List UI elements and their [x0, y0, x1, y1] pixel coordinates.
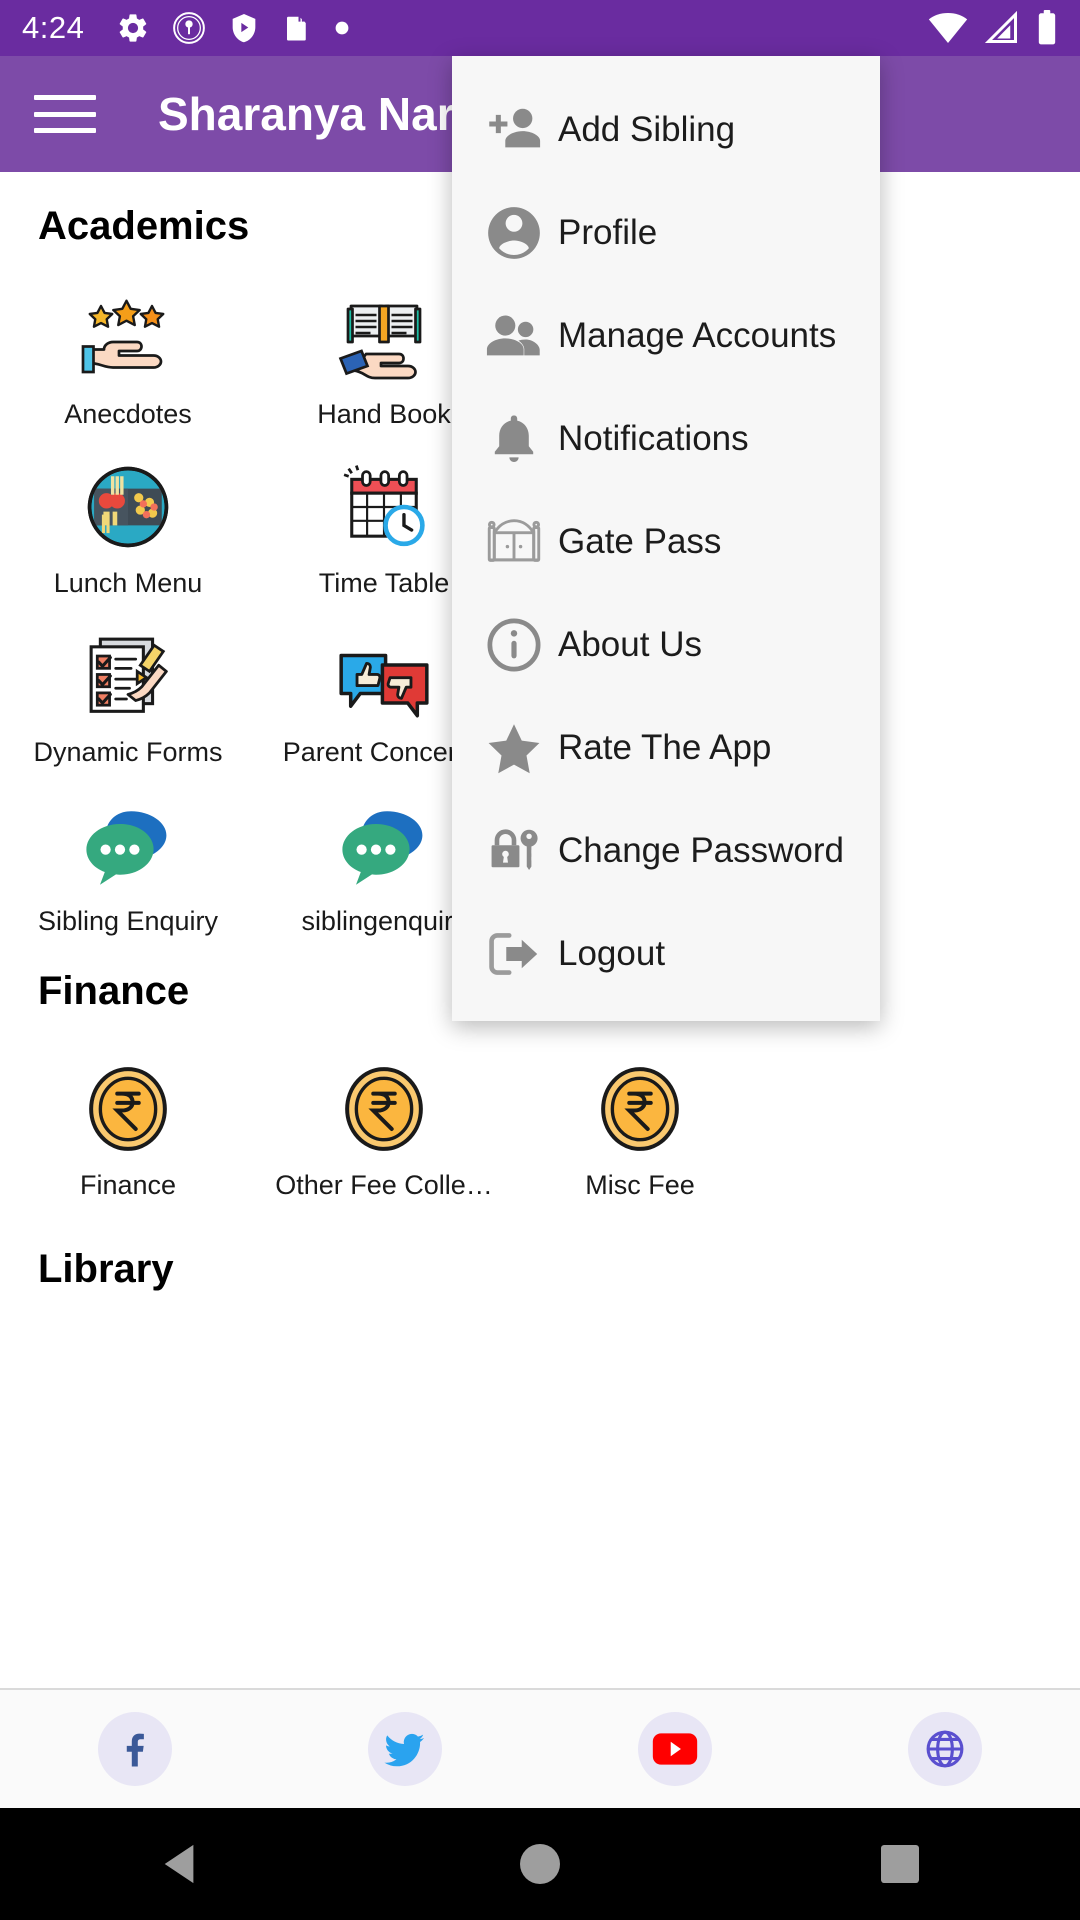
tile-label: Dynamic Forms: [33, 737, 223, 767]
globe-icon: [908, 1712, 982, 1786]
android-nav-bar: [0, 1808, 1080, 1920]
menu-item-add-sibling[interactable]: Add Sibling: [452, 78, 880, 181]
menu-item-change-password[interactable]: Change Password: [452, 799, 880, 902]
menu-item-label: Add Sibling: [558, 109, 736, 149]
hamburger-menu-icon[interactable]: [34, 88, 96, 140]
exit-icon: [476, 928, 552, 980]
gear-icon: [120, 14, 147, 42]
school-logo-icon: [173, 12, 206, 44]
feedback-bubbles-icon: [338, 631, 430, 719]
nav-back-button[interactable]: [120, 1843, 240, 1885]
social-youtube-button[interactable]: [540, 1712, 810, 1786]
status-left-icons: [116, 11, 350, 45]
status-bar: 4:24: [0, 0, 1080, 56]
section-title-library: Library: [38, 1247, 174, 1291]
tile-label: Finance: [79, 1170, 177, 1200]
chat-bubbles-icon: [338, 800, 430, 888]
hand-book-icon: [336, 293, 432, 381]
tile-label: siblingenquiry: [301, 906, 467, 936]
finance-grid: Finance Other Fee Colle… Misc Fee: [0, 1064, 1080, 1201]
hamburger-bar: [34, 128, 96, 133]
account-circle-icon: [476, 205, 552, 261]
twitter-icon: [368, 1712, 442, 1786]
chat-bubbles-icon: [82, 800, 174, 888]
shield-play-icon: [233, 14, 256, 43]
people-icon: [476, 311, 552, 361]
facebook-icon: [98, 1712, 172, 1786]
social-twitter-button[interactable]: [270, 1712, 540, 1786]
lunch-tray-icon: [83, 462, 173, 550]
social-bar: [0, 1688, 1080, 1808]
info-circle-icon: [476, 617, 552, 673]
hamburger-bar: [34, 111, 96, 117]
menu-item-label: Manage Accounts: [558, 315, 837, 355]
menu-item-manage-accounts[interactable]: Manage Accounts: [452, 284, 880, 387]
tile-label: Anecdotes: [64, 399, 192, 429]
tile-label: Misc Fee: [585, 1170, 695, 1200]
tile-dynamic-forms[interactable]: Dynamic Forms: [0, 631, 256, 768]
star-icon: [476, 721, 552, 775]
calendar-clock-icon: [338, 462, 430, 550]
rupee-coin-icon: [87, 1064, 169, 1152]
home-circle-icon: [520, 1844, 560, 1884]
tile-misc-fee[interactable]: Misc Fee: [512, 1064, 768, 1201]
tile-label: Other Fee Colle…: [275, 1170, 493, 1200]
back-triangle-icon: [164, 1844, 194, 1884]
recents-square-icon: [881, 1845, 919, 1883]
status-right-icons: [928, 10, 1058, 46]
menu-item-profile[interactable]: Profile: [452, 181, 880, 284]
tile-other-fee-collection[interactable]: Other Fee Colle…: [256, 1064, 512, 1201]
menu-item-label: Rate The App: [558, 727, 772, 767]
menu-item-label: Change Password: [558, 830, 844, 870]
tile-lunch-menu[interactable]: Lunch Menu: [0, 462, 256, 599]
bell-icon: [476, 412, 552, 466]
menu-item-rate-the-app[interactable]: Rate The App: [452, 696, 880, 799]
lock-key-icon: [476, 823, 552, 879]
youtube-icon: [638, 1712, 712, 1786]
hamburger-bar: [34, 95, 96, 100]
social-website-button[interactable]: [810, 1712, 1080, 1786]
hand-stars-icon: [80, 293, 176, 381]
tile-label: Time Table: [318, 568, 450, 598]
social-facebook-button[interactable]: [0, 1712, 270, 1786]
menu-item-label: Profile: [558, 212, 658, 252]
menu-item-notifications[interactable]: Notifications: [452, 387, 880, 490]
menu-item-gate-pass[interactable]: Gate Pass: [452, 490, 880, 593]
rupee-coin-icon: [343, 1064, 425, 1152]
status-time: 4:24: [22, 10, 85, 45]
menu-item-label: Gate Pass: [558, 521, 722, 561]
tile-label: Hand Book: [317, 399, 451, 429]
menu-item-label: Logout: [558, 933, 666, 973]
tile-label: Lunch Menu: [53, 568, 203, 598]
overflow-menu: Add Sibling Profile Manage Accounts Noti…: [452, 56, 880, 1021]
rupee-coin-icon: [599, 1064, 681, 1152]
menu-item-about-us[interactable]: About Us: [452, 593, 880, 696]
signal-icon: [984, 11, 1017, 43]
finance-row: Finance Other Fee Colle… Misc Fee: [0, 1064, 1080, 1201]
menu-item-label: Notifications: [558, 418, 749, 458]
tile-anecdotes[interactable]: Anecdotes: [0, 293, 256, 430]
tile-sibling-enquiry[interactable]: Sibling Enquiry: [0, 800, 256, 937]
form-pencil-icon: [80, 631, 176, 719]
nav-home-button[interactable]: [480, 1842, 600, 1886]
tile-label: Sibling Enquiry: [37, 906, 219, 936]
sd-card-icon: [287, 16, 308, 41]
wifi-icon: [928, 13, 968, 43]
menu-item-label: About Us: [558, 624, 702, 664]
person-add-icon: [476, 104, 552, 156]
gate-icon: [476, 514, 552, 570]
battery-icon: [1038, 10, 1056, 45]
tile-finance[interactable]: Finance: [0, 1064, 256, 1201]
dot-icon: [335, 21, 349, 35]
menu-item-logout[interactable]: Logout: [452, 902, 880, 1005]
nav-recents-button[interactable]: [840, 1844, 960, 1884]
